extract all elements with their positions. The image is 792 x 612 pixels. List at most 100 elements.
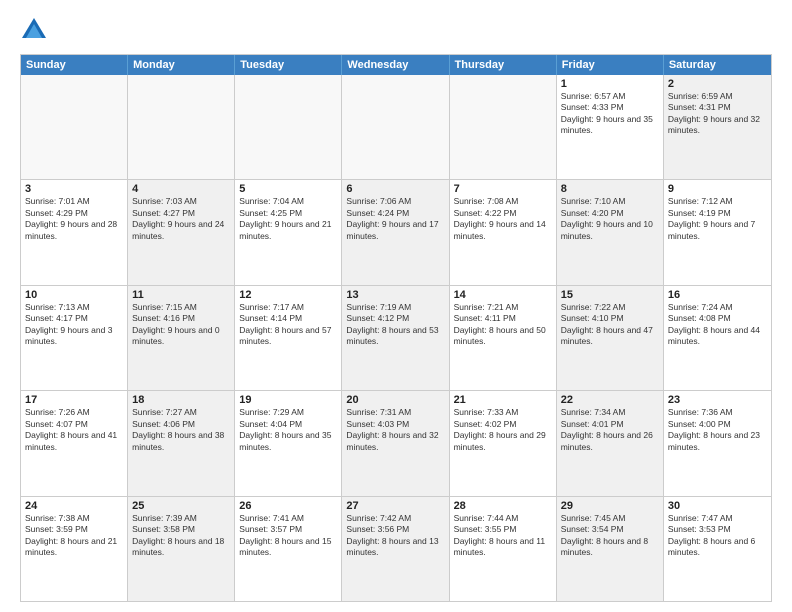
calendar-row-5: 24Sunrise: 7:38 AM Sunset: 3:59 PM Dayli… [21,497,771,601]
day-number: 14 [454,289,552,301]
cell-info: Sunrise: 7:42 AM Sunset: 3:56 PM Dayligh… [346,513,444,559]
cell-info: Sunrise: 7:33 AM Sunset: 4:02 PM Dayligh… [454,407,552,453]
cell-info: Sunrise: 7:24 AM Sunset: 4:08 PM Dayligh… [668,302,767,348]
calendar-cell: 26Sunrise: 7:41 AM Sunset: 3:57 PM Dayli… [235,497,342,601]
calendar-cell: 1Sunrise: 6:57 AM Sunset: 4:33 PM Daylig… [557,75,664,179]
calendar-cell: 28Sunrise: 7:44 AM Sunset: 3:55 PM Dayli… [450,497,557,601]
calendar-row-4: 17Sunrise: 7:26 AM Sunset: 4:07 PM Dayli… [21,391,771,496]
calendar-body: 1Sunrise: 6:57 AM Sunset: 4:33 PM Daylig… [21,75,771,601]
calendar-cell: 7Sunrise: 7:08 AM Sunset: 4:22 PM Daylig… [450,180,557,284]
cell-info: Sunrise: 7:01 AM Sunset: 4:29 PM Dayligh… [25,196,123,242]
calendar-cell: 25Sunrise: 7:39 AM Sunset: 3:58 PM Dayli… [128,497,235,601]
day-number: 26 [239,500,337,512]
calendar-cell: 3Sunrise: 7:01 AM Sunset: 4:29 PM Daylig… [21,180,128,284]
day-number: 25 [132,500,230,512]
cell-info: Sunrise: 7:38 AM Sunset: 3:59 PM Dayligh… [25,513,123,559]
day-number: 12 [239,289,337,301]
day-number: 17 [25,394,123,406]
day-number: 22 [561,394,659,406]
day-number: 2 [668,78,767,90]
cell-info: Sunrise: 7:34 AM Sunset: 4:01 PM Dayligh… [561,407,659,453]
cell-info: Sunrise: 7:27 AM Sunset: 4:06 PM Dayligh… [132,407,230,453]
cell-info: Sunrise: 6:57 AM Sunset: 4:33 PM Dayligh… [561,91,659,137]
calendar: SundayMondayTuesdayWednesdayThursdayFrid… [20,54,772,602]
cell-info: Sunrise: 7:22 AM Sunset: 4:10 PM Dayligh… [561,302,659,348]
day-number: 10 [25,289,123,301]
day-number: 27 [346,500,444,512]
cell-info: Sunrise: 7:04 AM Sunset: 4:25 PM Dayligh… [239,196,337,242]
day-number: 8 [561,183,659,195]
cell-info: Sunrise: 7:36 AM Sunset: 4:00 PM Dayligh… [668,407,767,453]
day-number: 3 [25,183,123,195]
calendar-cell: 11Sunrise: 7:15 AM Sunset: 4:16 PM Dayli… [128,286,235,390]
calendar-cell: 29Sunrise: 7:45 AM Sunset: 3:54 PM Dayli… [557,497,664,601]
logo-icon [20,16,48,44]
page: SundayMondayTuesdayWednesdayThursdayFrid… [0,0,792,612]
calendar-cell: 8Sunrise: 7:10 AM Sunset: 4:20 PM Daylig… [557,180,664,284]
cell-info: Sunrise: 7:03 AM Sunset: 4:27 PM Dayligh… [132,196,230,242]
cell-info: Sunrise: 7:21 AM Sunset: 4:11 PM Dayligh… [454,302,552,348]
day-number: 4 [132,183,230,195]
day-number: 24 [25,500,123,512]
day-number: 19 [239,394,337,406]
day-number: 11 [132,289,230,301]
calendar-row-3: 10Sunrise: 7:13 AM Sunset: 4:17 PM Dayli… [21,286,771,391]
calendar-cell: 10Sunrise: 7:13 AM Sunset: 4:17 PM Dayli… [21,286,128,390]
calendar-cell: 6Sunrise: 7:06 AM Sunset: 4:24 PM Daylig… [342,180,449,284]
cell-info: Sunrise: 7:41 AM Sunset: 3:57 PM Dayligh… [239,513,337,559]
cell-info: Sunrise: 7:39 AM Sunset: 3:58 PM Dayligh… [132,513,230,559]
cell-info: Sunrise: 7:10 AM Sunset: 4:20 PM Dayligh… [561,196,659,242]
day-number: 28 [454,500,552,512]
day-number: 20 [346,394,444,406]
cell-info: Sunrise: 7:29 AM Sunset: 4:04 PM Dayligh… [239,407,337,453]
day-number: 9 [668,183,767,195]
cell-info: Sunrise: 7:12 AM Sunset: 4:19 PM Dayligh… [668,196,767,242]
cell-info: Sunrise: 7:19 AM Sunset: 4:12 PM Dayligh… [346,302,444,348]
day-number: 7 [454,183,552,195]
calendar-cell [342,75,449,179]
cell-info: Sunrise: 7:26 AM Sunset: 4:07 PM Dayligh… [25,407,123,453]
day-number: 29 [561,500,659,512]
cell-info: Sunrise: 7:31 AM Sunset: 4:03 PM Dayligh… [346,407,444,453]
cell-info: Sunrise: 7:06 AM Sunset: 4:24 PM Dayligh… [346,196,444,242]
day-number: 23 [668,394,767,406]
calendar-cell: 14Sunrise: 7:21 AM Sunset: 4:11 PM Dayli… [450,286,557,390]
calendar-cell: 18Sunrise: 7:27 AM Sunset: 4:06 PM Dayli… [128,391,235,495]
header-day-sunday: Sunday [21,55,128,75]
header-day-wednesday: Wednesday [342,55,449,75]
cell-info: Sunrise: 7:13 AM Sunset: 4:17 PM Dayligh… [25,302,123,348]
calendar-cell: 5Sunrise: 7:04 AM Sunset: 4:25 PM Daylig… [235,180,342,284]
logo [20,16,52,44]
calendar-cell: 9Sunrise: 7:12 AM Sunset: 4:19 PM Daylig… [664,180,771,284]
day-number: 5 [239,183,337,195]
day-number: 1 [561,78,659,90]
calendar-cell: 20Sunrise: 7:31 AM Sunset: 4:03 PM Dayli… [342,391,449,495]
calendar-cell: 4Sunrise: 7:03 AM Sunset: 4:27 PM Daylig… [128,180,235,284]
header-day-tuesday: Tuesday [235,55,342,75]
calendar-cell: 2Sunrise: 6:59 AM Sunset: 4:31 PM Daylig… [664,75,771,179]
cell-info: Sunrise: 7:08 AM Sunset: 4:22 PM Dayligh… [454,196,552,242]
day-number: 15 [561,289,659,301]
day-number: 30 [668,500,767,512]
calendar-row-2: 3Sunrise: 7:01 AM Sunset: 4:29 PM Daylig… [21,180,771,285]
calendar-cell: 13Sunrise: 7:19 AM Sunset: 4:12 PM Dayli… [342,286,449,390]
cell-info: Sunrise: 7:15 AM Sunset: 4:16 PM Dayligh… [132,302,230,348]
calendar-cell [21,75,128,179]
calendar-cell [450,75,557,179]
day-number: 18 [132,394,230,406]
calendar-row-1: 1Sunrise: 6:57 AM Sunset: 4:33 PM Daylig… [21,75,771,180]
day-number: 16 [668,289,767,301]
calendar-cell: 17Sunrise: 7:26 AM Sunset: 4:07 PM Dayli… [21,391,128,495]
day-number: 13 [346,289,444,301]
header-day-monday: Monday [128,55,235,75]
calendar-cell: 22Sunrise: 7:34 AM Sunset: 4:01 PM Dayli… [557,391,664,495]
cell-info: Sunrise: 7:17 AM Sunset: 4:14 PM Dayligh… [239,302,337,348]
cell-info: Sunrise: 7:44 AM Sunset: 3:55 PM Dayligh… [454,513,552,559]
calendar-cell: 12Sunrise: 7:17 AM Sunset: 4:14 PM Dayli… [235,286,342,390]
header-day-saturday: Saturday [664,55,771,75]
header-day-thursday: Thursday [450,55,557,75]
calendar-cell: 23Sunrise: 7:36 AM Sunset: 4:00 PM Dayli… [664,391,771,495]
calendar-cell: 19Sunrise: 7:29 AM Sunset: 4:04 PM Dayli… [235,391,342,495]
day-number: 6 [346,183,444,195]
calendar-cell: 16Sunrise: 7:24 AM Sunset: 4:08 PM Dayli… [664,286,771,390]
